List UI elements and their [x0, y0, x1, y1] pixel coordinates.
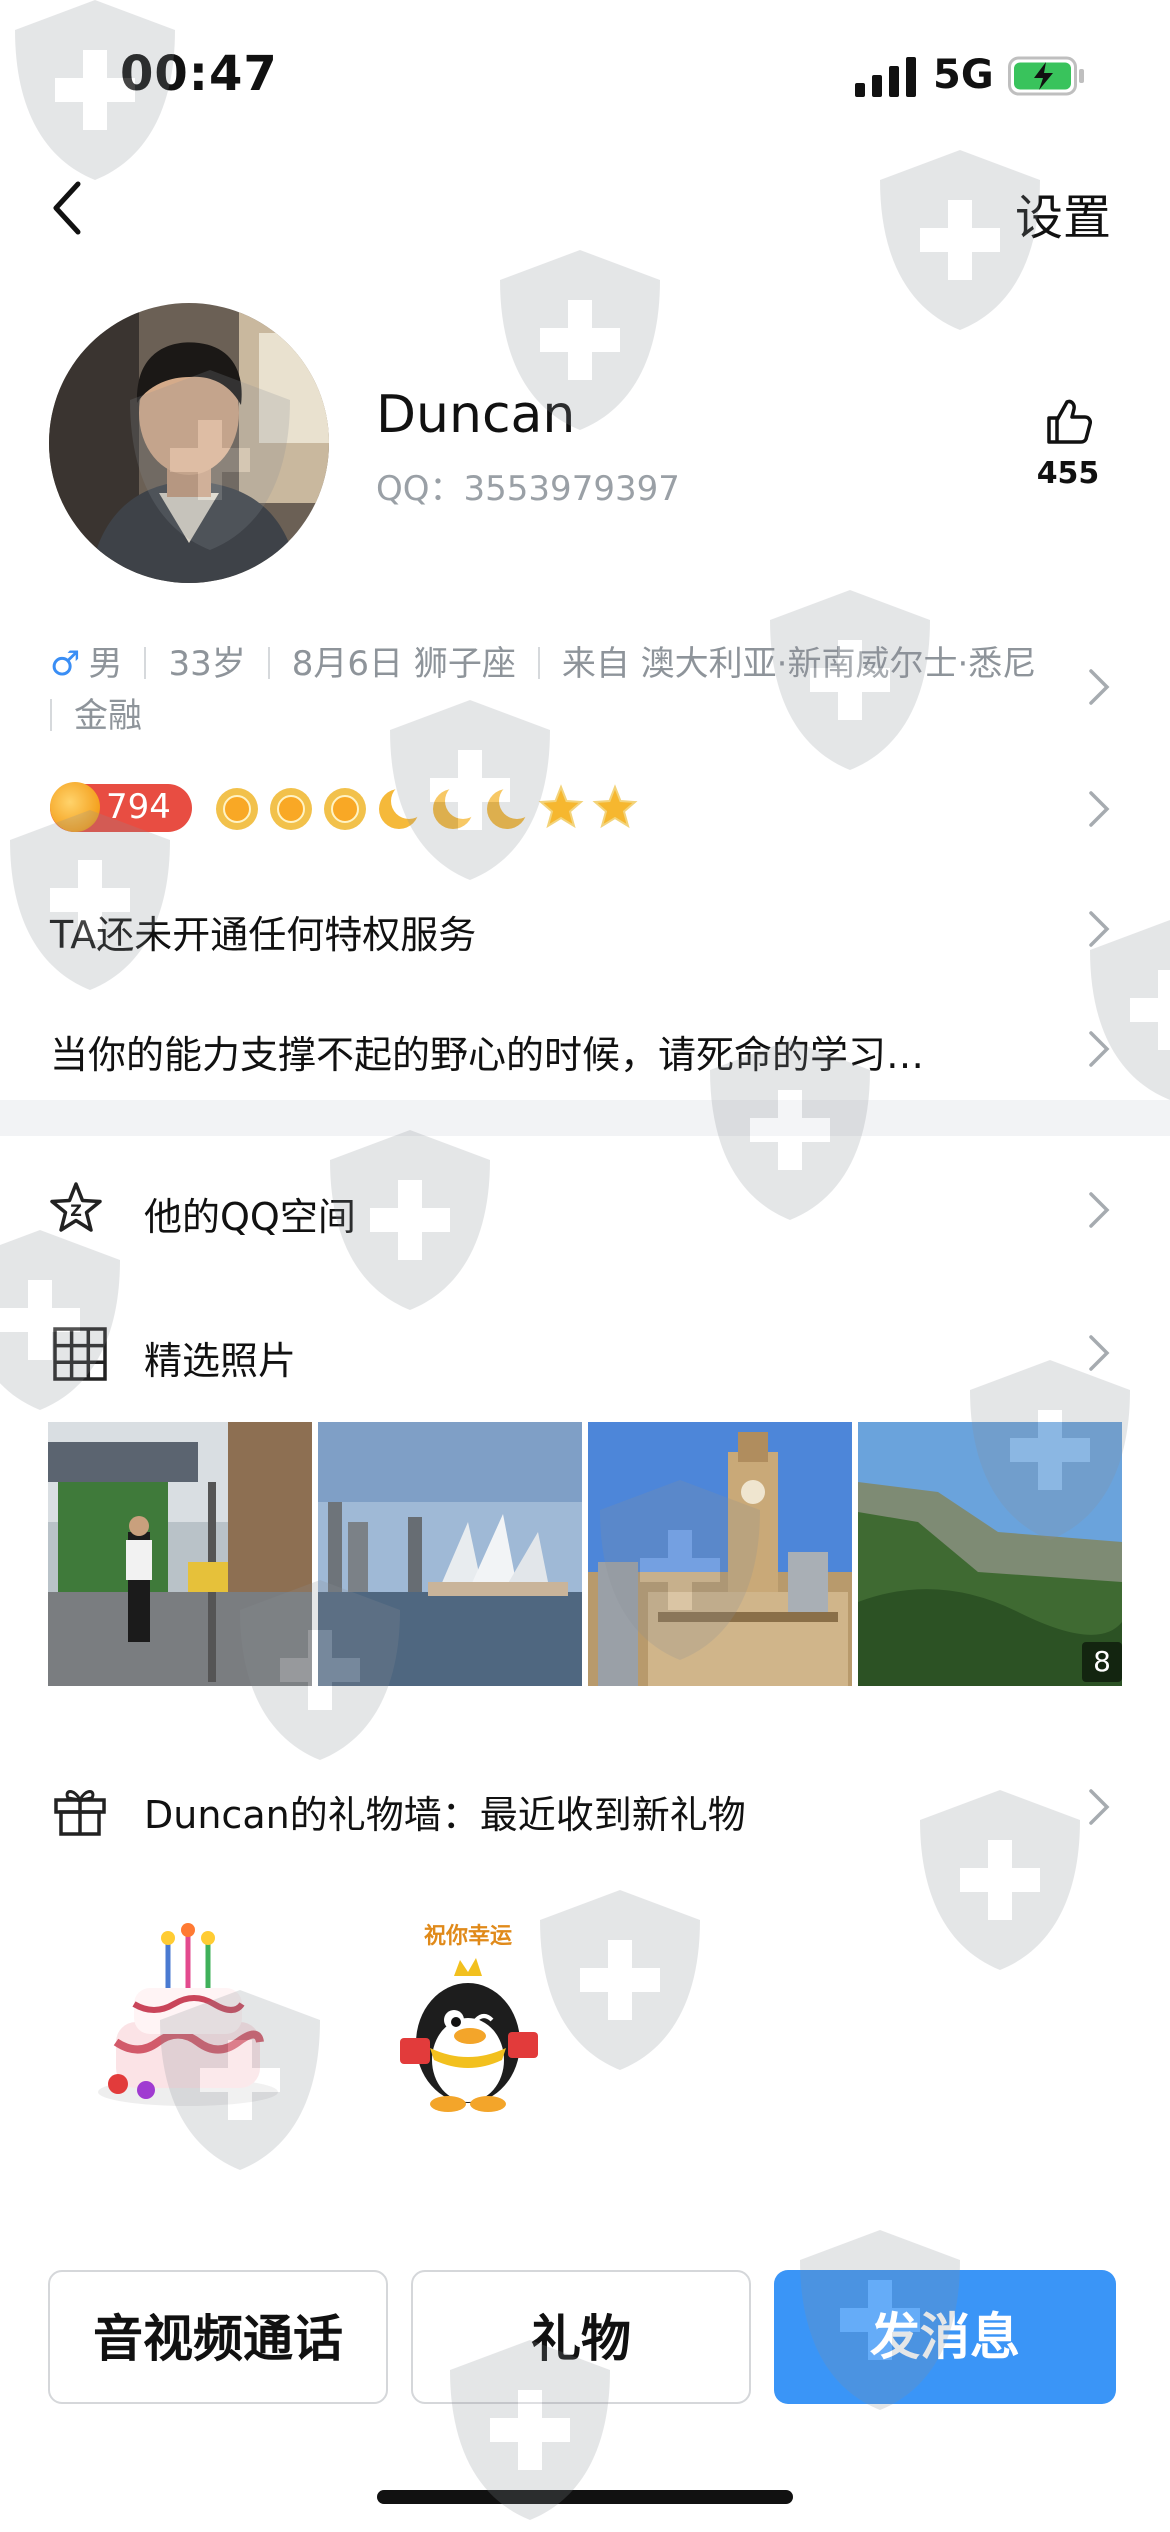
watermark-shield-icon: [970, 1360, 1130, 1540]
watermark-shield-icon: [920, 1790, 1080, 1970]
watermark-shield-icon: [10, 810, 170, 990]
info-birthday: 8月6日 狮子座: [291, 644, 516, 684]
info-separator: [50, 699, 52, 731]
watermark-shield-icon: [130, 370, 290, 550]
sun-icon: [323, 787, 367, 831]
watermark-shield-icon: [160, 1990, 320, 2170]
qq-penguin-gift-icon: [400, 1958, 538, 2112]
qzone-label[interactable]: 他的QQ空间: [144, 1186, 356, 1241]
back-arrow-icon[interactable]: [46, 178, 90, 238]
watermark-shield-icon: [240, 1580, 400, 1760]
svg-text:Z: Z: [70, 1201, 82, 1220]
photos-label[interactable]: 精选照片: [144, 1330, 296, 1385]
watermark-shield-icon: [500, 250, 660, 430]
male-icon: ♂: [50, 644, 81, 684]
watermark-shield-icon: [770, 590, 930, 770]
watermark-shield-icon: [710, 1040, 870, 1220]
gift-icon: [54, 1790, 106, 1836]
chevron-right-icon[interactable]: [1087, 667, 1111, 707]
watermark-shield-icon: [15, 0, 175, 180]
info-gender: 男: [88, 644, 123, 684]
info-separator: [144, 647, 147, 679]
star-icon: [594, 786, 636, 827]
photo-count-badge: 8: [1082, 1642, 1122, 1682]
sun-icon: [269, 787, 313, 831]
star-outline-icon: Z: [50, 1182, 102, 1232]
network-label: 5G: [933, 52, 994, 98]
qq-number-value: 3553979397: [463, 469, 680, 509]
signature-text[interactable]: 当你的能力支撑不起的野心的时候，请死命的学习…: [50, 1024, 1060, 1079]
chevron-right-icon[interactable]: [1087, 789, 1111, 829]
chevron-right-icon[interactable]: [1087, 1787, 1111, 1827]
watermark-shield-icon: [0, 1230, 120, 1410]
like-count: 455: [1036, 456, 1100, 491]
sun-icon: [215, 787, 259, 831]
info-industry: 金融: [74, 696, 142, 736]
video-call-button[interactable]: 音视频通话: [48, 2270, 388, 2404]
qq-number[interactable]: QQ：3553979397: [376, 461, 680, 510]
watermark-shield-icon: [390, 700, 550, 880]
gift-wall-label[interactable]: Duncan的礼物墙：最近收到新礼物: [144, 1784, 746, 1839]
chevron-right-icon[interactable]: [1087, 1190, 1111, 1230]
section-divider: [0, 1100, 1170, 1136]
info-separator: [267, 647, 270, 679]
watermark-shield-icon: [800, 2230, 960, 2410]
watermark-shield-icon: [1090, 920, 1170, 1100]
gift-penguin[interactable]: 祝你幸运: [368, 1908, 568, 2118]
info-age: 33岁: [168, 644, 246, 684]
watermark-shield-icon: [600, 1480, 760, 1660]
gift-caption: 祝你幸运: [423, 1924, 512, 1949]
watermark-shield-icon: [330, 1130, 490, 1310]
qq-label: QQ：: [376, 469, 464, 509]
watermark-shield-icon: [450, 2340, 610, 2520]
signal-icon: [855, 57, 916, 97]
thumbs-up-icon[interactable]: [1043, 396, 1093, 446]
info-separator: [537, 647, 540, 679]
watermark-shield-icon: [880, 150, 1040, 330]
battery-charging-icon: [1008, 56, 1084, 96]
watermark-shield-icon: [540, 1890, 700, 2070]
